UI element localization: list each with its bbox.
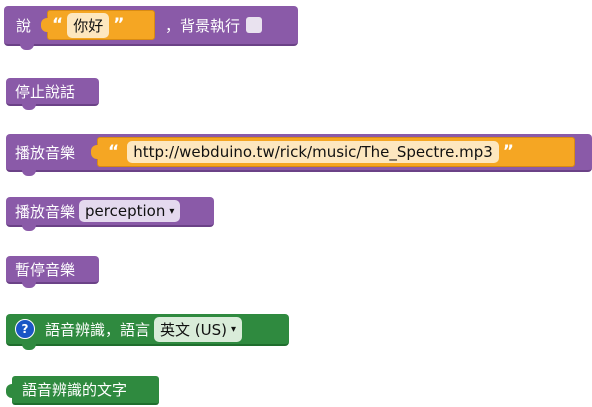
play-music-url-block[interactable]: 播放音樂 “ http://webduino.tw/rick/music/The… xyxy=(6,134,592,176)
reporter-connector xyxy=(6,384,13,398)
stop-speaking-block[interactable]: 停止說話 xyxy=(6,78,99,110)
play-music-label: 播放音樂 xyxy=(15,202,76,221)
help-icon[interactable]: ? xyxy=(15,319,35,339)
play-music-label: 播放音樂 xyxy=(15,143,76,162)
say-text-slot[interactable]: “ 你好 ” xyxy=(41,10,156,40)
chevron-down-icon: ▾ xyxy=(169,205,175,217)
open-quote-icon: “ xyxy=(52,15,64,35)
music-dropdown[interactable]: perception ▾ xyxy=(79,200,181,222)
language-dropdown[interactable]: 英文 (US) ▾ xyxy=(154,316,243,342)
speech-recognition-label: 語音辨識，語言 xyxy=(45,320,151,339)
play-music-select-block[interactable]: 播放音樂 perception ▾ xyxy=(6,197,214,231)
pause-music-label: 暫停音樂 xyxy=(15,260,76,279)
say-text-field[interactable]: 你好 xyxy=(67,12,110,38)
background-exec-label: ，背景執行 xyxy=(165,16,241,35)
close-quote-icon: ” xyxy=(502,142,514,162)
music-url-slot[interactable]: “ http://webduino.tw/rick/music/The_Spec… xyxy=(91,137,576,167)
chevron-down-icon: ▾ xyxy=(231,323,237,335)
recognized-text-label: 語音辨識的文字 xyxy=(22,381,128,399)
speech-recognition-block[interactable]: ? 語音辨識，語言 英文 (US) ▾ xyxy=(6,314,289,350)
close-quote-icon: ” xyxy=(113,15,125,35)
say-block[interactable]: 說 “ 你好 ” ，背景執行 xyxy=(4,6,298,50)
pause-music-block[interactable]: 暫停音樂 xyxy=(6,256,99,288)
music-dropdown-value: perception xyxy=(85,202,166,220)
open-quote-icon: “ xyxy=(108,142,120,162)
stop-speaking-label: 停止說話 xyxy=(15,82,76,101)
music-url-field[interactable]: http://webduino.tw/rick/music/The_Spectr… xyxy=(127,141,499,163)
say-label: 說 xyxy=(16,16,32,35)
recognized-text-block[interactable]: 語音辨識的文字 xyxy=(6,376,159,405)
language-dropdown-value: 英文 (US) xyxy=(160,320,227,339)
background-exec-checkbox[interactable] xyxy=(246,17,263,33)
